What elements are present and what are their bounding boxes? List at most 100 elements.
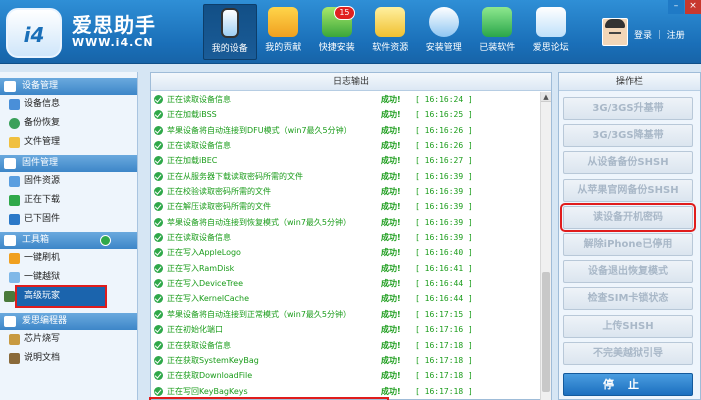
nav-quick-install[interactable]: 15 快捷安装 <box>310 4 364 60</box>
op-button-1[interactable]: 3G/3GS升基带 <box>563 97 693 120</box>
install-badge: 15 <box>334 6 355 20</box>
log-status: 成功! <box>381 141 401 151</box>
section-title: 爱思编程器 <box>22 316 68 326</box>
nav-label: 我的贡献 <box>265 43 302 53</box>
log-status: 成功! <box>381 371 401 381</box>
success-check-icon <box>154 325 163 335</box>
op-button-2[interactable]: 3G/3GS降基带 <box>563 124 693 148</box>
log-time: [ 16:16:44 ] <box>415 294 473 304</box>
sidebar-section-firmware[interactable]: 固件管理 <box>0 155 137 172</box>
log-status: 成功! <box>381 248 401 258</box>
sidebar-item-label: 备份恢复 <box>24 118 61 128</box>
sidebar-item-label: 芯片烧写 <box>24 334 61 344</box>
op-button-9[interactable]: 上传SHSH <box>563 314 693 338</box>
section-title: 工具箱 <box>22 235 50 245</box>
log-row: 正在读取设备信息 成功! [ 16:16:39 ] <box>151 230 541 245</box>
scroll-thumb[interactable] <box>542 272 550 392</box>
log-row: 正在写入RamDisk 成功! [ 16:16:41 ] <box>151 261 541 276</box>
log-status: 成功! <box>381 294 401 304</box>
installed-icon <box>482 7 513 37</box>
op-button-5[interactable]: 读设备开机密码 <box>560 202 696 232</box>
check-icon <box>100 235 111 246</box>
header-bar: i4 爱思助手 WWW.i4.CN 我的设备 我的贡献 15 快捷安装 软件资源… <box>0 0 701 64</box>
success-check-icon <box>154 340 163 350</box>
nav-my-contribution[interactable]: 我的贡献 <box>257 4 311 60</box>
log-time: [ 16:16:24 ] <box>415 95 473 104</box>
nav-label: 我的设备 <box>211 44 248 54</box>
nav-software-resources[interactable]: 软件资源 <box>364 4 418 60</box>
user-avatar[interactable] <box>602 18 628 46</box>
sidebar-section-toolbox[interactable]: 工具箱 <box>0 232 137 249</box>
sidebar-item-downloading[interactable]: 正在下载 <box>0 191 137 210</box>
sidebar-item-label: 文件管理 <box>24 137 61 147</box>
log-message: 正在写入AppleLogo <box>167 248 241 258</box>
nav-my-device[interactable]: 我的设备 <box>203 4 257 60</box>
log-scrollbar[interactable]: ▲ <box>540 92 551 400</box>
sidebar-item-docs[interactable]: 说明文档 <box>0 349 137 368</box>
scroll-up-icon[interactable]: ▲ <box>541 92 551 102</box>
log-time: [ 16:16:26 ] <box>415 141 473 151</box>
stop-button[interactable]: 停止 <box>563 373 693 396</box>
operation-panel-title: 操作栏 <box>559 73 700 91</box>
sidebar-item-advanced-player[interactable]: 高级玩家 <box>4 285 107 308</box>
log-message: 正在加载iBSS <box>167 110 217 120</box>
op-button-8[interactable]: 检查SIM卡锁状态 <box>563 287 693 311</box>
device-info-icon <box>9 99 20 110</box>
sidebar-section-programmer[interactable]: 爱思编程器 <box>0 313 137 330</box>
log-row: 正在从服务器下载读取密码所需的文件 成功! [ 16:16:39 ] <box>151 169 541 184</box>
log-status: 成功! <box>381 355 401 365</box>
log-row: 正在获取设备信息 成功! [ 16:17:18 ] <box>151 338 541 353</box>
sidebar-item-one-click-flash[interactable]: 一键刷机 <box>0 249 137 268</box>
log-row: 正在读取设备信息 成功! [ 16:16:24 ] <box>151 92 541 107</box>
log-message: 正在校验读取密码所需的文件 <box>167 187 271 197</box>
folder-icon <box>9 137 20 148</box>
log-message: 正在初始化端口 <box>167 325 223 335</box>
sidebar-item-label: 设备信息 <box>24 99 61 109</box>
log-time: [ 16:16:41 ] <box>415 263 473 273</box>
document-icon <box>9 353 20 364</box>
log-row: 苹果设备将自动连接到恢复模式（win7最久5分钟） 成功! [ 16:16:39 ] <box>151 215 541 230</box>
log-time: [ 16:16:39 ] <box>415 187 473 197</box>
chip-icon <box>9 334 20 345</box>
success-check-icon <box>154 355 163 365</box>
log-status: 成功! <box>381 340 401 350</box>
sidebar-item-label: 说明文档 <box>24 353 61 363</box>
jailbreak-icon <box>9 272 20 283</box>
sidebar: 设备管理 设备信息 备份恢复 文件管理 固件管理 固件资源 正在下载 已下固件 … <box>0 72 138 400</box>
log-time: [ 16:17:16 ] <box>415 325 473 335</box>
op-button-6[interactable]: 解除iPhone已停用 <box>563 233 693 256</box>
log-row: 正在写入DeviceTree 成功! [ 16:16:44 ] <box>151 276 541 291</box>
sidebar-item-downloaded-firmware[interactable]: 已下固件 <box>0 210 137 229</box>
log-status: 成功! <box>381 233 401 243</box>
sidebar-item-files[interactable]: 文件管理 <box>0 133 137 152</box>
sidebar-item-jailbreak[interactable]: 一键越狱 <box>0 268 137 287</box>
success-check-icon <box>154 263 163 273</box>
op-button-7[interactable]: 设备退出恢复模式 <box>563 260 693 284</box>
sidebar-item-label: 一键刷机 <box>24 253 61 263</box>
close-icon[interactable]: × <box>685 0 701 14</box>
sidebar-item-device-info[interactable]: 设备信息 <box>0 95 137 114</box>
login-register-link[interactable]: 登录 ｜ 注册 <box>634 28 685 41</box>
log-message: 正在获取DownloadFile <box>167 371 253 381</box>
op-button-3[interactable]: 从设备备份SHSH <box>563 151 693 175</box>
sidebar-section-device[interactable]: 设备管理 <box>0 78 137 95</box>
log-row: 正在读取设备信息 成功! [ 16:16:26 ] <box>151 138 541 153</box>
nav-forum[interactable]: 爱思论坛 <box>524 4 578 60</box>
op-button-4[interactable]: 从苹果官网备份SHSH <box>563 178 693 202</box>
minimize-icon[interactable]: – <box>668 0 684 14</box>
log-time: [ 16:17:15 ] <box>415 309 473 319</box>
downloaded-icon <box>9 214 20 225</box>
sidebar-item-backup[interactable]: 备份恢复 <box>0 114 137 133</box>
flash-icon <box>9 253 20 264</box>
log-time: [ 16:16:39 ] <box>415 217 473 227</box>
success-check-icon <box>154 171 163 181</box>
sidebar-item-firmware-resources[interactable]: 固件资源 <box>0 172 137 191</box>
op-button-10[interactable]: 不完美越狱引导 <box>563 341 693 365</box>
log-status: 成功! <box>381 386 401 396</box>
log-status: 成功! <box>381 309 401 319</box>
avatar-face <box>609 32 621 38</box>
nav-install-management[interactable]: 安装管理 <box>417 4 471 60</box>
sidebar-item-chip-burn[interactable]: 芯片烧写 <box>0 330 137 349</box>
log-time: [ 16:17:18 ] <box>415 355 473 365</box>
nav-installed-software[interactable]: 已装软件 <box>471 4 525 60</box>
